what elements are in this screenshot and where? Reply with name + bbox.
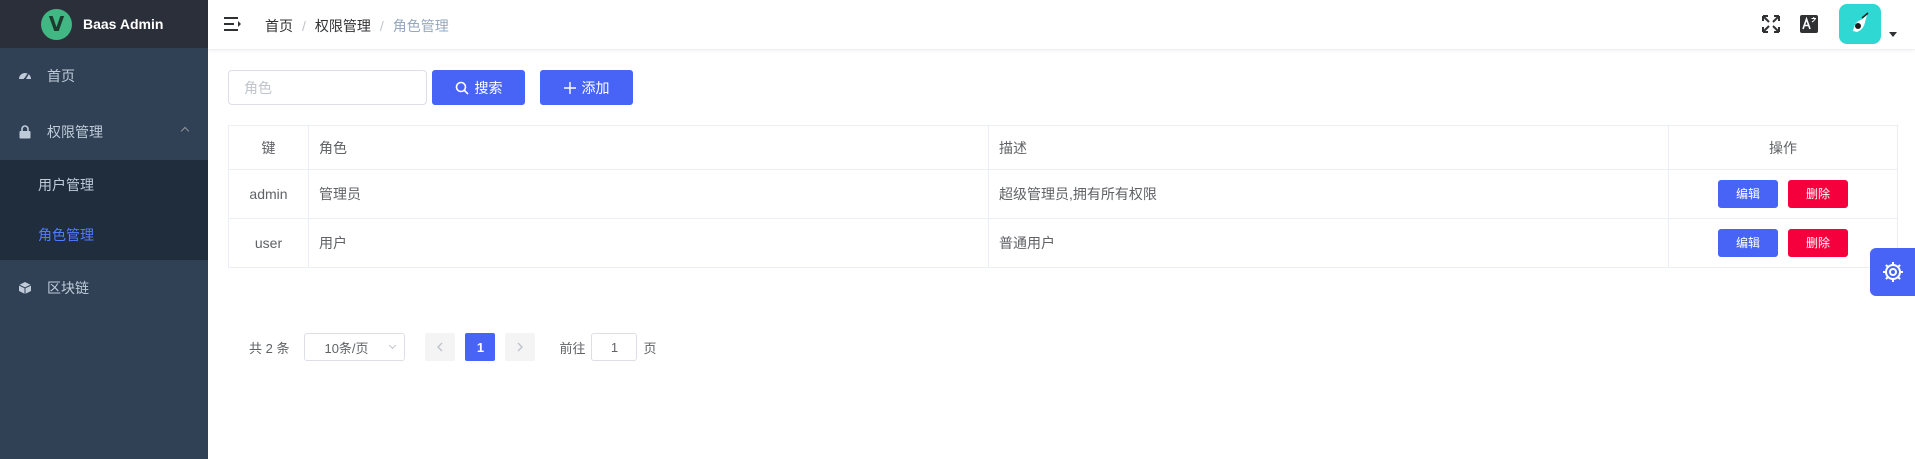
sidebar-item-role-management[interactable]: 角色管理 xyxy=(0,210,208,260)
app-title: Baas Admin xyxy=(83,16,164,32)
top-navbar: 首页 / 权限管理 / 角色管理 xyxy=(208,0,1915,50)
search-button-label: 搜索 xyxy=(474,79,503,96)
breadcrumb-separator: / xyxy=(379,18,384,34)
add-button-label: 添加 xyxy=(581,79,610,96)
breadcrumb-permissions[interactable]: 权限管理 xyxy=(315,16,371,36)
chevron-up-icon xyxy=(180,126,190,136)
sidebar: V Baas Admin 首页 权限管理 用户管理 角色管理 区块链 xyxy=(0,0,208,459)
sidebar-item-label: 权限管理 xyxy=(47,124,103,140)
cell-actions: 编辑 删除 xyxy=(1668,218,1898,268)
hamburger-icon[interactable] xyxy=(224,16,242,32)
breadcrumb: 首页 / 权限管理 / 角色管理 xyxy=(265,16,449,36)
delete-button[interactable]: 删除 xyxy=(1788,180,1848,208)
permissions-submenu: 用户管理 角色管理 xyxy=(0,160,208,260)
goto-page-input[interactable] xyxy=(591,333,638,361)
cell-key: admin xyxy=(228,169,309,219)
table-row: user 用户 普通用户 编辑 删除 xyxy=(228,218,1898,268)
app-logo: V xyxy=(41,8,72,40)
gear-icon xyxy=(1882,262,1903,282)
fullscreen-icon[interactable] xyxy=(1761,14,1781,34)
search-button[interactable]: 搜索 xyxy=(432,70,525,105)
avatar[interactable] xyxy=(1839,4,1881,44)
next-page-button[interactable] xyxy=(505,333,536,361)
settings-button[interactable] xyxy=(1870,248,1915,296)
table-row: admin 管理员 超级管理员,拥有所有权限 编辑 删除 xyxy=(228,169,1898,219)
edit-button[interactable]: 编辑 xyxy=(1718,229,1778,257)
role-search-input[interactable] xyxy=(228,70,427,105)
sidebar-item-permissions[interactable]: 权限管理 xyxy=(0,104,208,160)
sidebar-item-label: 首页 xyxy=(47,68,75,84)
dashboard-icon xyxy=(18,69,32,83)
goto-suffix: 页 xyxy=(643,340,657,356)
search-icon xyxy=(455,81,469,95)
add-button[interactable]: 添加 xyxy=(540,70,633,105)
chevron-down-icon xyxy=(389,341,397,350)
edit-button[interactable]: 编辑 xyxy=(1718,180,1778,208)
prev-page-button[interactable] xyxy=(425,333,456,361)
cell-actions: 编辑 删除 xyxy=(1668,169,1898,219)
pagination-total: 共 2 条 xyxy=(249,340,290,356)
chevron-left-icon xyxy=(437,342,443,352)
delete-button[interactable]: 删除 xyxy=(1788,229,1848,257)
lock-icon xyxy=(18,125,32,139)
page-size-select[interactable]: 10条/页 xyxy=(304,333,406,361)
page-size-value: 10条/页 xyxy=(324,340,369,356)
plus-icon xyxy=(563,81,576,94)
goto-prefix: 前往 xyxy=(559,340,586,356)
cell-description: 超级管理员,拥有所有权限 xyxy=(988,169,1669,219)
sidebar-item-blockchain[interactable]: 区块链 xyxy=(0,260,208,316)
breadcrumb-home[interactable]: 首页 xyxy=(265,16,293,36)
column-header-role: 角色 xyxy=(308,125,989,170)
breadcrumb-current: 角色管理 xyxy=(392,18,449,34)
column-header-key: 键 xyxy=(228,125,309,170)
cell-key: user xyxy=(228,218,309,268)
caret-down-icon[interactable] xyxy=(1889,32,1897,37)
pagination: 共 2 条 10条/页 1 前往 页 xyxy=(249,333,657,361)
table-header-row: 键 角色 描述 操作 xyxy=(228,125,1898,170)
column-header-actions: 操作 xyxy=(1668,125,1898,170)
sidebar-item-user-management[interactable]: 用户管理 xyxy=(0,160,208,210)
breadcrumb-separator: / xyxy=(302,18,306,34)
roles-table: 键 角色 描述 操作 admin 管理员 超级管理员,拥有所有权限 编辑 删除 u… xyxy=(228,125,1898,268)
sidebar-item-label: 区块链 xyxy=(47,280,89,296)
column-header-description: 描述 xyxy=(988,125,1669,170)
cube-icon xyxy=(18,281,32,295)
page-number-current[interactable]: 1 xyxy=(465,333,496,361)
cell-role: 管理员 xyxy=(308,169,989,219)
language-icon[interactable] xyxy=(1799,14,1819,34)
sidebar-item-home[interactable]: 首页 xyxy=(0,48,208,104)
chevron-right-icon xyxy=(517,342,524,352)
cell-description: 普通用户 xyxy=(988,218,1669,268)
cell-role: 用户 xyxy=(308,218,989,268)
logo-bar: V Baas Admin xyxy=(0,0,208,48)
